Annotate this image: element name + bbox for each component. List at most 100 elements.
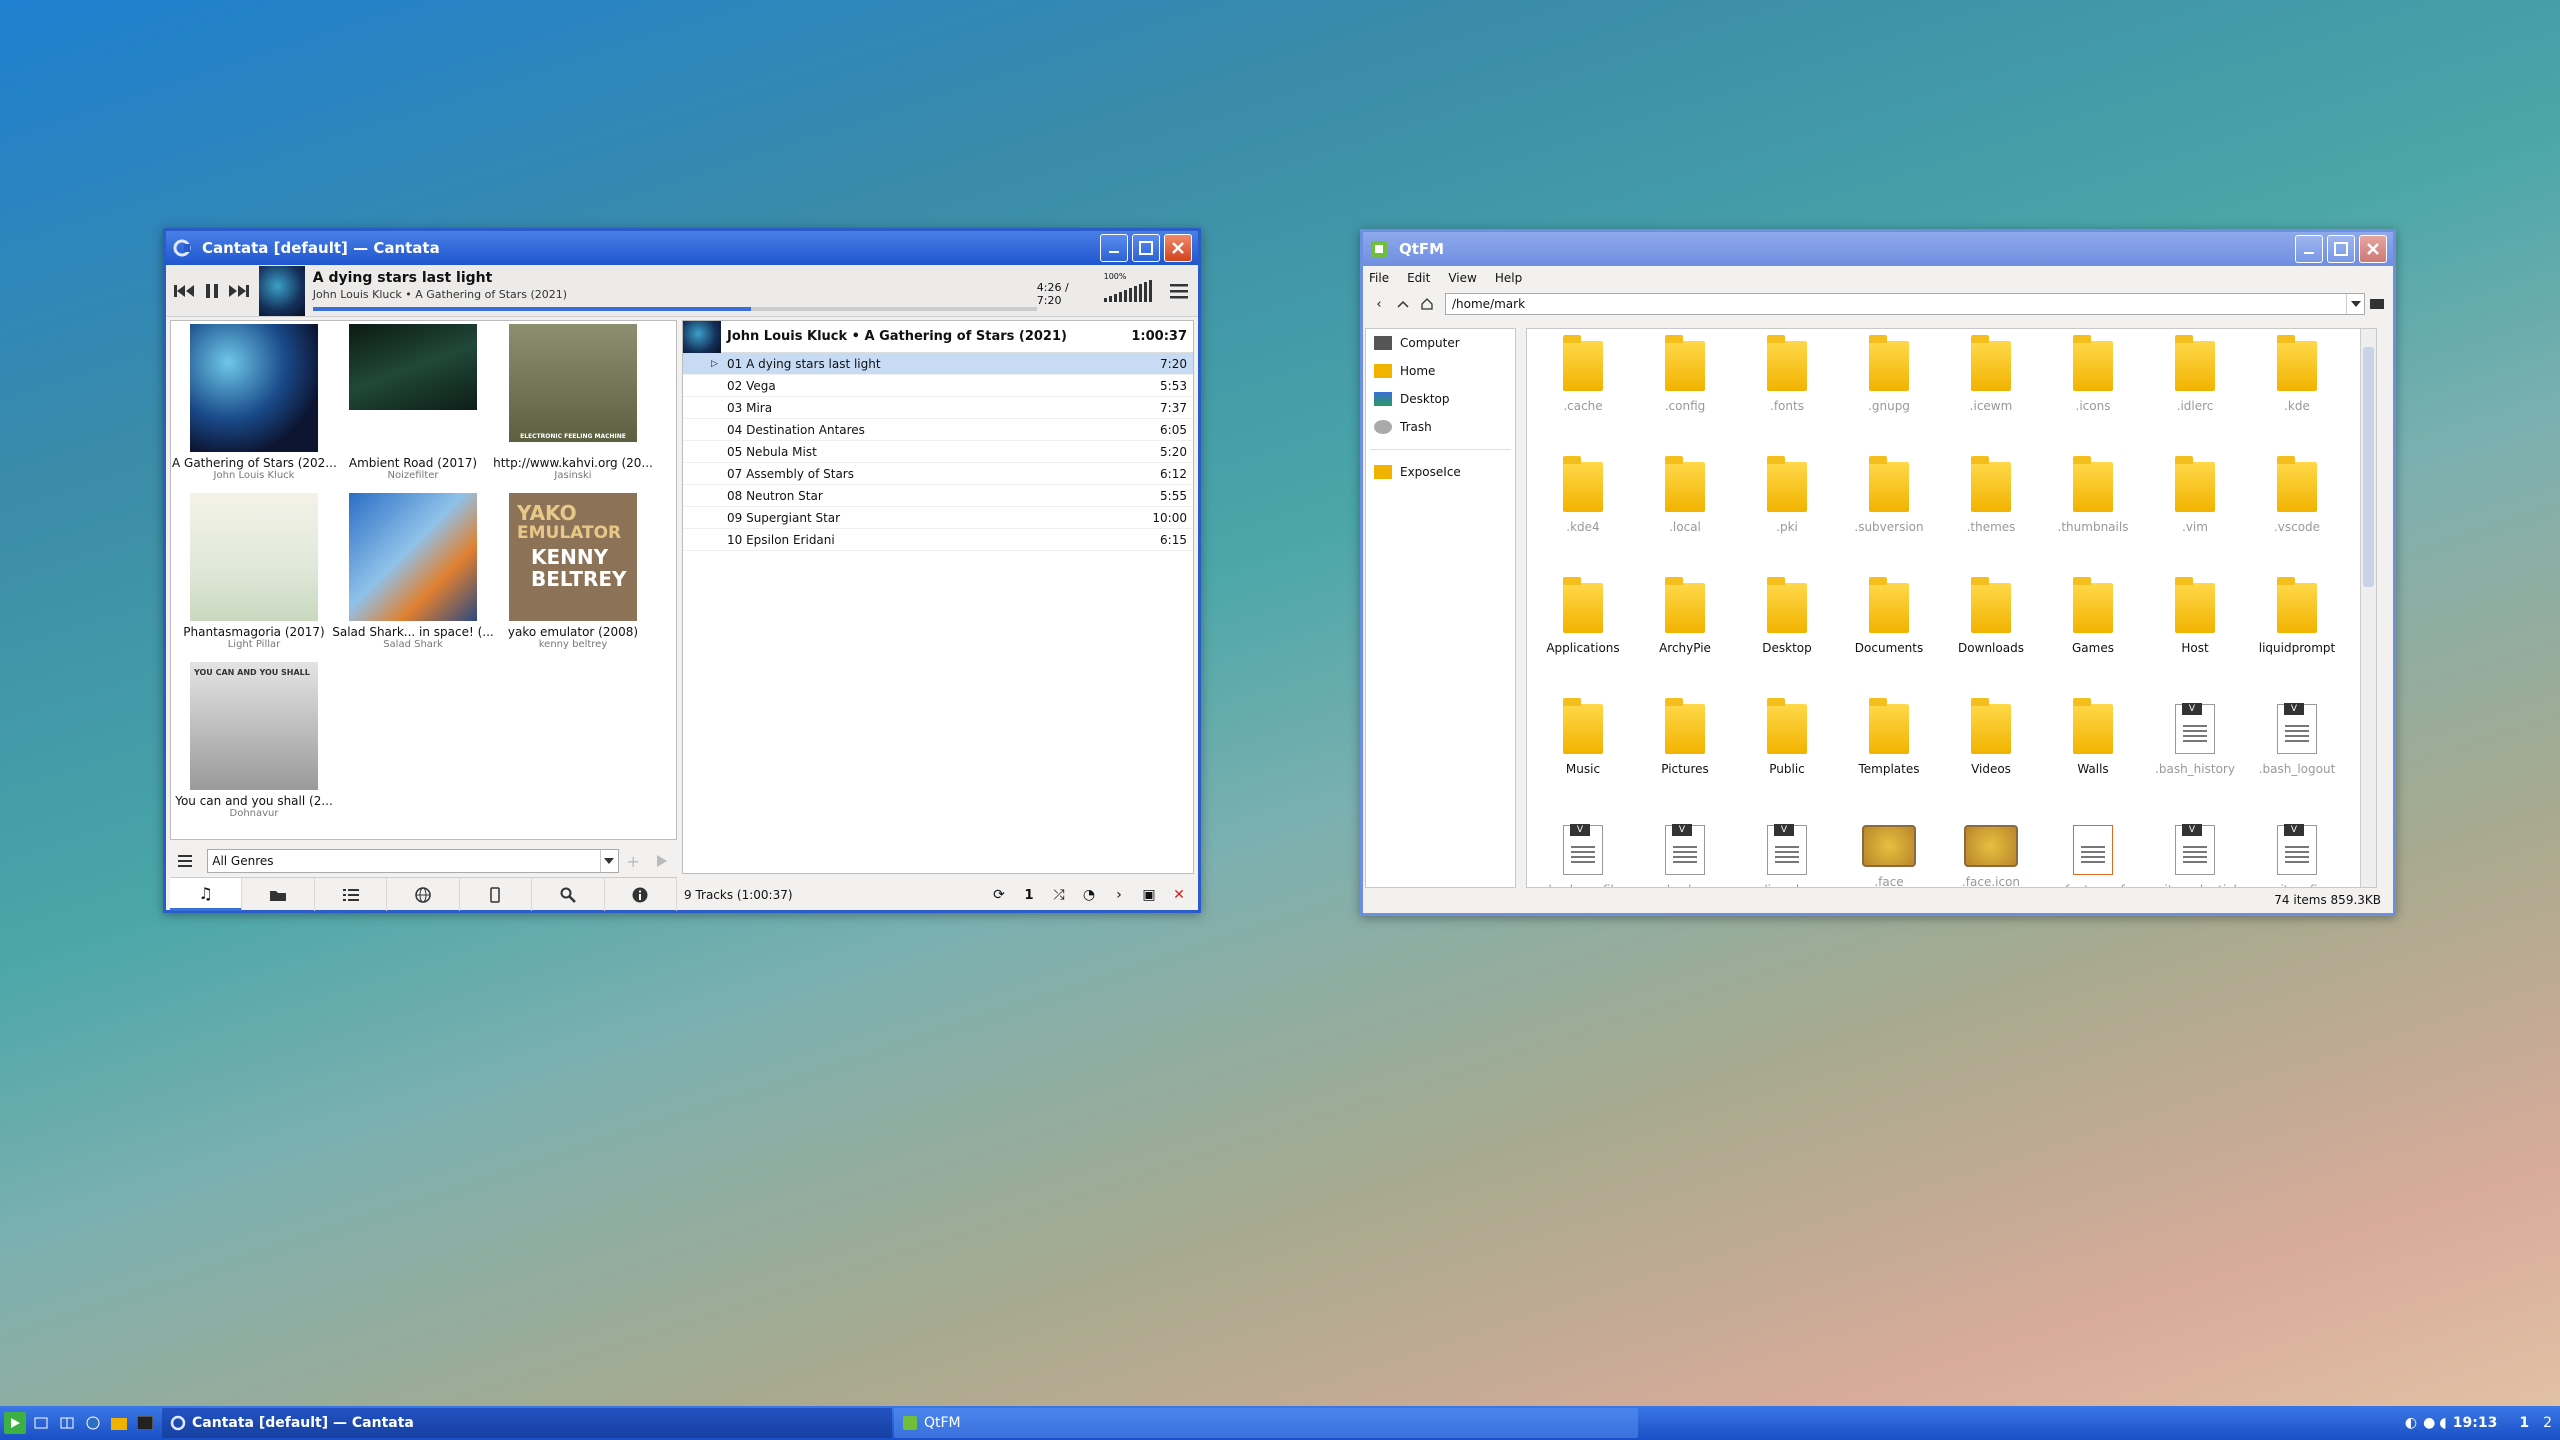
network-icon[interactable]: ●	[2423, 1415, 2435, 1431]
queue-track-row[interactable]: 10 Epsilon Eridani 6:15	[683, 529, 1193, 551]
file-item[interactable]: .vscode	[2247, 456, 2347, 534]
file-item[interactable]: V.git-credential	[2145, 824, 2245, 887]
file-item[interactable]: Games	[2043, 577, 2143, 655]
path-input[interactable]: /home/mark	[1445, 293, 2365, 315]
file-manager-icon[interactable]	[108, 1412, 130, 1434]
back-arrow-icon[interactable]: ‹	[1367, 289, 1391, 319]
file-item[interactable]: Applications	[1533, 577, 1633, 655]
file-item[interactable]: ArchyPie	[1635, 577, 1735, 655]
single-button[interactable]: 1	[1014, 883, 1044, 907]
queue-track-row[interactable]: 04 Destination Antares 6:05	[683, 419, 1193, 441]
queue-track-row[interactable]: ▷ 01 A dying stars last light 7:20	[683, 353, 1193, 375]
file-item[interactable]: .vim	[2145, 456, 2245, 534]
file-item[interactable]: V .bash_logout	[2247, 703, 2347, 776]
sidebar-item-desktop[interactable]: Desktop	[1366, 385, 1515, 413]
album-item[interactable]: A Gathering of Stars (202... John Louis …	[172, 324, 336, 481]
seek-slider[interactable]	[312, 307, 1037, 311]
file-item[interactable]: .kde4	[1533, 456, 1633, 534]
minimize-button[interactable]	[2295, 235, 2323, 263]
add-to-queue-icon[interactable]: +	[619, 846, 648, 876]
chevron-down-icon[interactable]	[2346, 294, 2364, 314]
task-qtfm[interactable]: QtFM	[894, 1408, 1638, 1438]
repeat-icon[interactable]: ⟳	[984, 883, 1014, 907]
file-item[interactable]: .config	[1635, 335, 1735, 413]
close-button[interactable]	[1164, 234, 1192, 262]
file-item[interactable]: .icons	[2043, 335, 2143, 413]
file-item[interactable]: Templates	[1839, 698, 1939, 776]
album-item[interactable]: Ambient Road (2017) Noizefilter	[331, 324, 495, 481]
previous-track-button[interactable]	[172, 276, 198, 306]
shuffle-icon[interactable]: ⤮	[1044, 883, 1074, 907]
file-item[interactable]: Music	[1533, 698, 1633, 776]
file-item[interactable]: V.bashrc	[1635, 824, 1735, 887]
sidebar-item-exposeice[interactable]: ExposeIce	[1366, 458, 1515, 486]
queue-track-row[interactable]: 02 Vega 5:53	[683, 375, 1193, 397]
file-item[interactable]: Pictures	[1635, 698, 1735, 776]
file-item[interactable]: Desktop	[1737, 577, 1837, 655]
file-item[interactable]: Host	[2145, 577, 2245, 655]
clear-queue-icon[interactable]: ✕	[1164, 883, 1194, 907]
sidebar-item-home[interactable]: Home	[1366, 357, 1515, 385]
menu-help[interactable]: Help	[1495, 271, 1522, 285]
album-item[interactable]: YOU CAN AND YOU SHALL You can and you sh…	[172, 662, 336, 819]
file-item[interactable]: .kde	[2247, 335, 2347, 413]
file-item[interactable]: .icewm	[1941, 335, 2041, 413]
file-item[interactable]: V .bash_history	[2145, 703, 2245, 776]
file-item[interactable]: .gnupg	[1839, 335, 1939, 413]
tab-internet[interactable]	[387, 878, 460, 911]
library-menu-button[interactable]	[170, 846, 199, 876]
file-item[interactable]: .fonts	[1737, 335, 1837, 413]
sidebar-item-trash[interactable]: Trash	[1366, 413, 1515, 441]
window-list-icon[interactable]	[56, 1412, 78, 1434]
file-item[interactable]: .subversion	[1839, 456, 1939, 534]
file-item[interactable]: Documents	[1839, 577, 1939, 655]
file-item[interactable]: liquidprompt	[2247, 577, 2347, 655]
queue-track-row[interactable]: 07 Assembly of Stars 6:12	[683, 463, 1193, 485]
show-desktop-icon[interactable]	[30, 1412, 52, 1434]
cantata-tray-icon[interactable]: ◐	[2405, 1415, 2417, 1431]
file-item[interactable]: .idlerc	[2145, 335, 2245, 413]
clock[interactable]: 19:13	[2453, 1415, 2498, 1431]
browser-icon[interactable]	[82, 1412, 104, 1434]
tab-library[interactable]: ♫	[170, 878, 243, 911]
play-icon[interactable]	[648, 846, 677, 876]
file-item[interactable]: V.dir_colors	[1737, 824, 1837, 887]
next-track-button[interactable]	[225, 276, 251, 306]
menu-file[interactable]: File	[1369, 271, 1389, 285]
queue-track-row[interactable]: 05 Nebula Mist 5:20	[683, 441, 1193, 463]
maximize-button[interactable]	[2327, 235, 2355, 263]
maximize-button[interactable]	[1132, 234, 1160, 262]
file-item[interactable]: .cache	[1533, 335, 1633, 413]
tab-devices[interactable]	[460, 878, 533, 911]
sidebar-item-computer[interactable]: Computer	[1366, 329, 1515, 357]
menu-view[interactable]: View	[1448, 271, 1476, 285]
file-item[interactable]: .face	[1839, 825, 1939, 887]
file-item[interactable]: .thumbnails	[2043, 456, 2143, 534]
expand-chevron-icon[interactable]: ›	[1104, 883, 1134, 907]
queue-track-row[interactable]: 09 Supergiant Star 10:00	[683, 507, 1193, 529]
file-item[interactable]: V.bash_profile	[1533, 824, 1633, 887]
queue-album-header[interactable]: John Louis Kluck • A Gathering of Stars …	[683, 320, 1193, 353]
file-item[interactable]: .themes	[1941, 456, 2041, 534]
tab-folders[interactable]	[242, 878, 315, 911]
task-cantata[interactable]: Cantata [default] — Cantata	[162, 1408, 892, 1438]
tab-playlists[interactable]	[315, 878, 388, 911]
pause-button[interactable]	[198, 276, 224, 306]
volume-slider[interactable]: 100%	[1103, 272, 1154, 302]
terminal-icon[interactable]	[2365, 289, 2389, 319]
home-icon[interactable]	[1415, 289, 1439, 319]
scrollbar-thumb[interactable]	[2363, 347, 2374, 587]
tab-info[interactable]	[605, 878, 677, 911]
file-item[interactable]: Walls	[2043, 698, 2143, 776]
close-button[interactable]	[2359, 235, 2387, 263]
file-item[interactable]: .face.icon	[1941, 825, 2041, 887]
album-item[interactable]: ELECTRONIC FEELING MACHINE http://www.ka…	[491, 324, 655, 481]
minimize-button[interactable]	[1100, 234, 1128, 262]
genre-select[interactable]: All Genres	[207, 849, 619, 873]
file-item[interactable]: .local	[1635, 456, 1735, 534]
file-item[interactable]: Downloads	[1941, 577, 2041, 655]
save-icon[interactable]: ▣	[1134, 883, 1164, 907]
up-arrow-icon[interactable]	[1391, 289, 1415, 319]
file-item[interactable]: Videos	[1941, 698, 2041, 776]
file-item[interactable]: V.gitconfig	[2247, 824, 2347, 887]
